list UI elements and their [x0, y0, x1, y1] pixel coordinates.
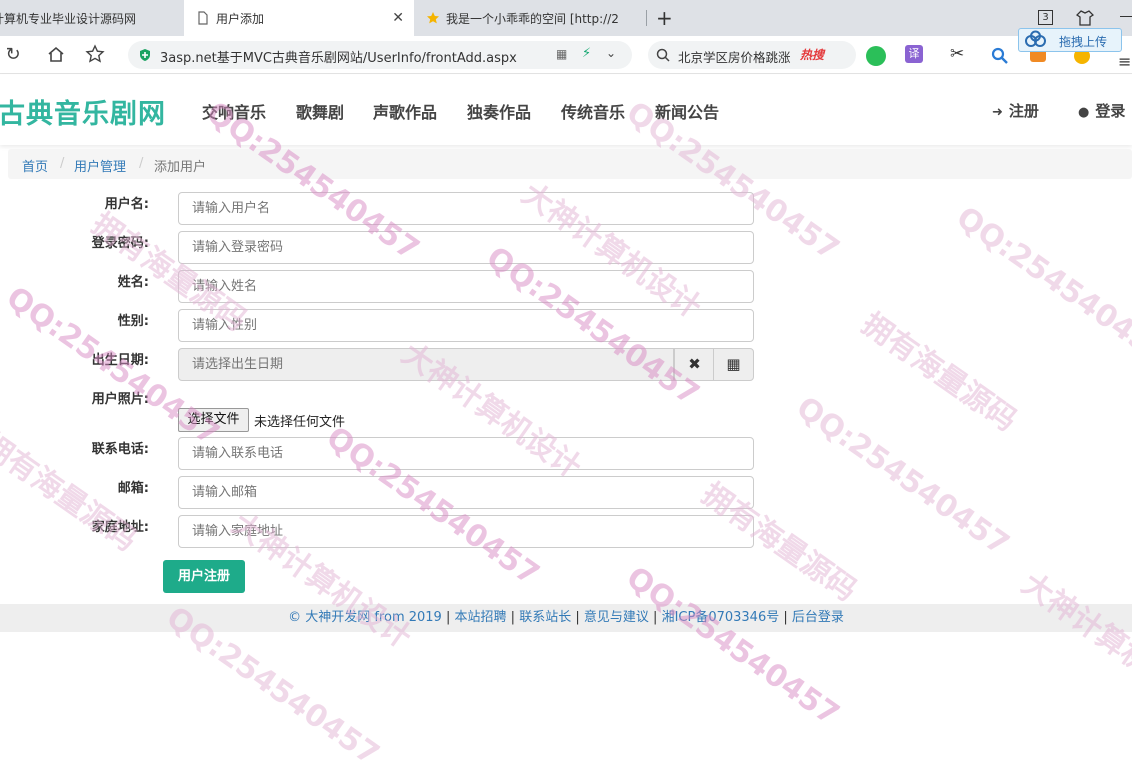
breadcrumb-user-management[interactable]: 用户管理: [74, 156, 126, 175]
search-box[interactable]: 北京学区房价格跳涨 热搜: [648, 41, 856, 69]
tab-space[interactable]: 我是一个小乖乖的空间 [http://2: [426, 0, 646, 36]
page-icon: [198, 11, 208, 25]
file-status: 未选择任何文件: [254, 415, 346, 430]
tab-count-badge[interactable]: 3: [1038, 10, 1053, 25]
phone-label: 联系电话:: [91, 442, 149, 457]
clear-date-icon[interactable]: ✖: [674, 348, 715, 381]
gender-input[interactable]: [178, 309, 754, 342]
watermark: QQ:254540457: [619, 560, 846, 733]
watermark: QQ:254540457: [789, 390, 1016, 563]
username-input[interactable]: [178, 192, 754, 225]
drag-upload-button[interactable]: 拖拽上传: [1018, 28, 1122, 52]
nav-item-musical[interactable]: 歌舞剧: [296, 99, 344, 123]
nav-item-vocal[interactable]: 声歌作品: [373, 99, 437, 123]
footer-link-recruit[interactable]: 本站招聘: [455, 610, 507, 625]
email-input[interactable]: [178, 476, 754, 509]
green-extension-icon[interactable]: [866, 46, 886, 66]
watermark: 大神计算机设计: [1015, 566, 1132, 716]
calendar-icon[interactable]: ▦: [713, 348, 754, 381]
phone-input[interactable]: [178, 437, 754, 470]
gender-label: 性别:: [117, 314, 149, 329]
minimize-icon[interactable]: [1120, 16, 1132, 17]
footer-link-feedback[interactable]: 意见与建议: [584, 610, 649, 625]
upload-label: 拖拽上传: [1059, 35, 1108, 49]
cloud-icon: [1025, 30, 1046, 47]
footer-separator: |: [575, 610, 580, 625]
footer-separator: |: [445, 610, 451, 625]
username-label: 用户名:: [104, 197, 149, 212]
login-link[interactable]: ● 登录: [1078, 100, 1125, 121]
search-icon: [656, 48, 670, 62]
breadcrumb-separator: /: [139, 156, 144, 171]
tab-label: 我是一个小乖乖的空间 [http://2: [446, 11, 619, 26]
tab-label: 计算机专业毕业设计源码网: [0, 11, 137, 26]
name-input[interactable]: [178, 270, 754, 303]
browser-tab-strip: 计算机专业毕业设计源码网 用户添加 ✕ 我是一个小乖乖的空间 [http://2…: [0, 0, 1132, 36]
bookmark-star-icon[interactable]: [85, 44, 105, 64]
footer-link-contact[interactable]: 联系站长: [519, 610, 571, 625]
watermark: QQ:254540457: [949, 200, 1132, 373]
breadcrumb-separator: /: [60, 156, 65, 171]
qr-code-icon[interactable]: ▦: [556, 47, 567, 61]
breadcrumb-current: 添加用户: [154, 160, 207, 175]
name-label: 姓名:: [117, 275, 149, 290]
tab-divider: [646, 10, 647, 26]
nav-item-traditional[interactable]: 传统音乐: [561, 99, 625, 123]
chevron-down-icon[interactable]: ⌄: [606, 46, 616, 60]
address-input[interactable]: [178, 515, 754, 548]
star-favicon-icon: [427, 12, 439, 24]
reload-icon[interactable]: ↻: [2, 44, 24, 66]
sign-in-icon: ➜: [992, 105, 1003, 120]
footer-link-icp[interactable]: 湘ICP备0703346号: [662, 610, 780, 625]
nav-item-symphony[interactable]: 交响音乐: [202, 99, 266, 123]
url-text: 3asp.net基于MVC古典音乐剧网站/UserInfo/frontAdd.a…: [160, 51, 517, 66]
nav-item-solo[interactable]: 独奏作品: [467, 99, 531, 123]
address-label: 家庭地址:: [91, 520, 149, 535]
footer-separator: |: [783, 610, 788, 625]
birthdate-label: 出生日期:: [91, 353, 149, 368]
footer-copyright: © 大神开发网 from 2019: [288, 610, 442, 625]
choose-file-button[interactable]: 选择文件: [178, 408, 249, 432]
footer: © 大神开发网 from 2019 | 本站招聘 | 联系站长 | 意见与建议 …: [0, 604, 1132, 632]
footer-separator: |: [510, 610, 516, 625]
lightning-icon[interactable]: ⚡: [582, 46, 591, 61]
search-input: 北京学区房价格跳涨: [678, 50, 791, 65]
site-brand[interactable]: 古典音乐剧网: [0, 92, 166, 131]
menu-icon[interactable]: ≡: [1118, 52, 1131, 71]
tab-label: 用户添加: [216, 11, 265, 26]
scissors-icon[interactable]: ✂: [950, 44, 964, 64]
password-input[interactable]: [178, 231, 754, 264]
browser-toolbar: ↻ 3asp.net基于MVC古典音乐剧网站/UserInfo/frontAdd…: [0, 36, 1132, 74]
site-navbar: 古典音乐剧网 交响音乐 歌舞剧 声歌作品 独奏作品 传统音乐 新闻公告 ➜ 注册 …: [0, 75, 1132, 145]
register-label: 注册: [1008, 102, 1039, 120]
watermark: 拥有海量源码: [855, 306, 1023, 439]
footer-separator: |: [653, 610, 658, 625]
login-label: 登录: [1095, 102, 1126, 120]
photo-label: 用户照片:: [91, 392, 149, 407]
register-link[interactable]: ➜ 注册: [992, 100, 1039, 121]
birthdate-input[interactable]: [178, 348, 674, 381]
hot-search-badge: 热搜: [800, 48, 825, 62]
close-icon[interactable]: ✕: [392, 10, 404, 26]
register-submit-button[interactable]: 用户注册: [163, 560, 245, 593]
home-icon[interactable]: [46, 44, 66, 64]
footer-link-admin-login[interactable]: 后台登录: [792, 610, 844, 625]
email-label: 邮箱:: [117, 481, 149, 496]
nav-item-news[interactable]: 新闻公告: [655, 99, 719, 123]
password-label: 登录密码:: [91, 236, 149, 251]
translate-icon[interactable]: 译: [905, 45, 923, 63]
breadcrumb-home[interactable]: 首页: [22, 156, 48, 175]
shirt-icon[interactable]: [1076, 9, 1094, 27]
shield-icon: [140, 49, 150, 61]
address-bar[interactable]: 3asp.net基于MVC古典音乐剧网站/UserInfo/frontAdd.a…: [128, 41, 632, 69]
breadcrumb: 首页 / 用户管理 / 添加用户: [8, 149, 1132, 179]
tab-user-add[interactable]: 用户添加 ✕: [184, 0, 414, 36]
magnifier-icon[interactable]: [990, 46, 1010, 66]
user-icon: ●: [1078, 105, 1090, 120]
tab-source-site[interactable]: 计算机专业毕业设计源码网: [0, 0, 182, 36]
new-tab-button[interactable]: +: [656, 6, 673, 30]
